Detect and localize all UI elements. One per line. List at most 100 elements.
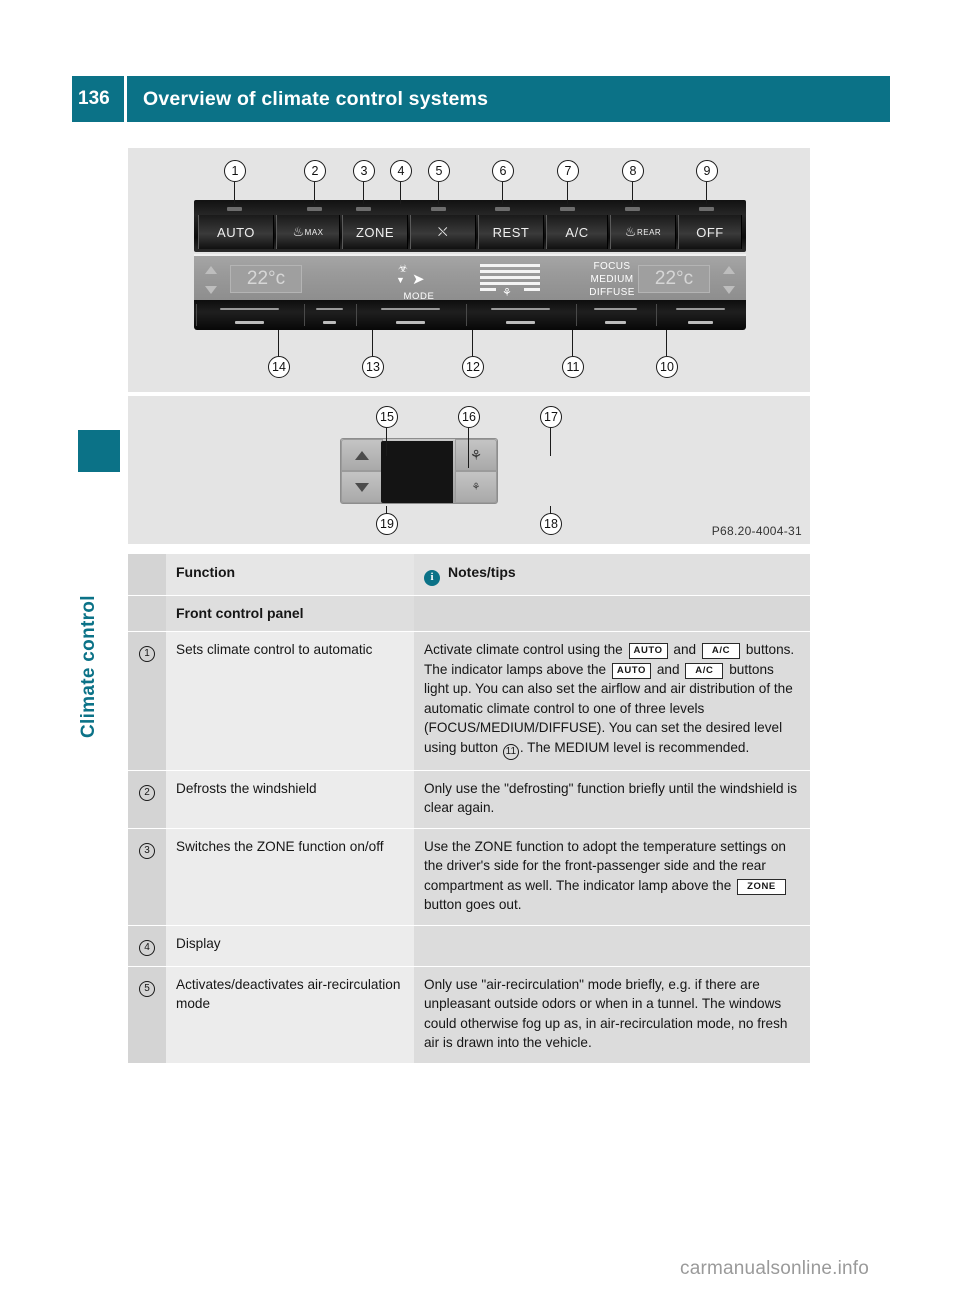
leader-1 bbox=[234, 182, 236, 204]
button-rear-defrost[interactable]: ♨ REAR bbox=[610, 215, 676, 249]
leader-16 bbox=[468, 428, 470, 468]
section-cell-title: Front control panel bbox=[166, 594, 414, 632]
figure-rear-control-panel: 15 16 17 ⚘ ⚘ 19 18 P68.20-4004-31 bbox=[128, 396, 810, 544]
callout-6: 6 bbox=[492, 160, 514, 182]
header-cell-notes: i Notes/tips bbox=[414, 554, 810, 596]
row-number-cell: 3 bbox=[128, 827, 166, 926]
rear-defrost-icon: ♨ bbox=[624, 224, 637, 239]
chevron-up-icon bbox=[205, 266, 217, 274]
chapter-label: Climate control bbox=[78, 595, 99, 738]
keycap-auto: AUTO bbox=[628, 643, 668, 660]
row-number-2: 2 bbox=[139, 784, 155, 801]
header-cell-function: Function bbox=[166, 554, 414, 596]
front-panel-graphic: AUTO ♨ MAX ZONE ⛌ REST A/C ♨ REAR OFF 22°c… bbox=[194, 200, 746, 330]
leader-15 bbox=[386, 428, 388, 456]
callout-10: 10 bbox=[656, 356, 678, 378]
knob-12[interactable] bbox=[356, 304, 464, 326]
airflow-bar bbox=[480, 270, 540, 273]
rear-fan-up-button[interactable]: ⚘ bbox=[455, 439, 497, 471]
fan-small-icon: ⚘ bbox=[471, 481, 481, 493]
knob-strip bbox=[194, 300, 746, 330]
row-notes-3: Use the ZONE function to adopt the tempe… bbox=[414, 829, 810, 925]
table-section-row: Front control panel bbox=[128, 594, 810, 632]
knob-10[interactable] bbox=[656, 304, 744, 326]
button-defrost[interactable]: ♨ MAX bbox=[276, 215, 340, 249]
callout-11: 11 bbox=[562, 356, 584, 378]
row-function-cell: Switches the ZONE function on/off bbox=[166, 827, 414, 926]
button-zone[interactable]: ZONE bbox=[342, 215, 408, 249]
section-cell-empty bbox=[414, 594, 810, 632]
figure-image-code: P68.20-4004-31 bbox=[711, 524, 802, 538]
button-ac[interactable]: A/C bbox=[546, 215, 608, 249]
page-header: 136 Overview of climate control systems bbox=[72, 76, 890, 122]
callout-4: 4 bbox=[390, 160, 412, 182]
callout-8: 8 bbox=[622, 160, 644, 182]
callout-14: 14 bbox=[268, 356, 290, 378]
leader-3 bbox=[363, 182, 365, 204]
button-ac-label: A/C bbox=[565, 224, 589, 240]
knob-14[interactable] bbox=[196, 304, 302, 326]
row-function-3: Switches the ZONE function on/off bbox=[176, 838, 384, 854]
button-auto[interactable]: AUTO bbox=[198, 215, 274, 249]
leader-5 bbox=[438, 182, 440, 204]
leader-9 bbox=[706, 182, 708, 204]
triangle-up-icon bbox=[355, 450, 369, 460]
button-rest[interactable]: REST bbox=[478, 215, 544, 249]
row-notes-4 bbox=[414, 926, 810, 964]
callout-3: 3 bbox=[353, 160, 375, 182]
callout-1: 1 bbox=[224, 160, 246, 182]
fan-icon: ⚘ bbox=[502, 287, 512, 299]
row-number-cell: 2 bbox=[128, 769, 166, 829]
button-defrost-max-label: MAX bbox=[304, 227, 324, 237]
rear-fan-down-button[interactable]: ⚘ bbox=[455, 471, 497, 503]
indicator-lamp-rear bbox=[625, 207, 640, 211]
fan-large-icon: ⚘ bbox=[469, 446, 483, 463]
rear-display bbox=[381, 441, 453, 503]
indicator-lamp-rest bbox=[495, 207, 510, 211]
notes-text: Activate climate control using the bbox=[424, 642, 627, 658]
car-recirculation-icon: ⛌ bbox=[437, 224, 449, 239]
row-notes-cell bbox=[414, 924, 810, 967]
button-air-recirculation[interactable]: ⛌ bbox=[410, 215, 476, 249]
keycap-auto: AUTO bbox=[611, 662, 652, 679]
leader-14 bbox=[278, 330, 280, 356]
triangle-down-icon bbox=[355, 482, 369, 492]
right-temp-arrows[interactable] bbox=[722, 266, 736, 294]
site-watermark: carmanualsonline.info bbox=[680, 1258, 870, 1279]
table-row: 5 Activates/deactivates air-recirculatio… bbox=[128, 965, 810, 1063]
left-temp-arrows[interactable] bbox=[204, 266, 218, 294]
leader-10 bbox=[666, 330, 668, 356]
table-row: 4 Display bbox=[128, 924, 810, 967]
knob-10-a[interactable] bbox=[576, 304, 654, 326]
notes-text: . The MEDIUM level is recommended. bbox=[519, 739, 750, 755]
button-rear-label: REAR bbox=[636, 227, 662, 237]
callout-9: 9 bbox=[696, 160, 718, 182]
windshield-defrost-icon: ☣ bbox=[398, 263, 408, 275]
airflow-bar bbox=[480, 264, 540, 267]
knob-11[interactable] bbox=[466, 304, 574, 326]
rear-temp-up-button[interactable] bbox=[341, 439, 383, 471]
indicator-lamp-off bbox=[699, 207, 714, 211]
row-function-cell: Activates/deactivates air-recirculation … bbox=[166, 965, 414, 1063]
row-function-cell: Display bbox=[166, 924, 414, 967]
airflow-bars-icon: ⚘ bbox=[470, 262, 554, 299]
leader-12 bbox=[472, 330, 474, 356]
button-off[interactable]: OFF bbox=[678, 215, 742, 249]
callout-16: 16 bbox=[458, 406, 480, 428]
leader-8 bbox=[632, 182, 634, 204]
table-row: 3 Switches the ZONE function on/off Use … bbox=[128, 827, 810, 926]
airflow-bar bbox=[480, 282, 540, 285]
row-number-cell: 4 bbox=[128, 924, 166, 967]
chapter-tab-marker bbox=[78, 430, 120, 472]
notes-text: button goes out. bbox=[424, 897, 522, 913]
knob-13[interactable] bbox=[304, 304, 354, 326]
climate-display: 22°c ☣ ▼ ➤ MODE ⚘ FOCUS MEDIUM DIFFUSE 2… bbox=[194, 254, 746, 302]
row-number-1: 1 bbox=[139, 646, 155, 663]
rear-temp-down-button[interactable] bbox=[341, 471, 383, 503]
keycap-ac: A/C bbox=[701, 643, 741, 660]
header-notes-label: Notes/tips bbox=[448, 564, 516, 580]
function-notes-table: Function i Notes/tips Front control panel… bbox=[128, 554, 810, 1063]
callout-5: 5 bbox=[428, 160, 450, 182]
chevron-down-icon bbox=[723, 286, 735, 294]
button-off-label: OFF bbox=[696, 224, 724, 240]
